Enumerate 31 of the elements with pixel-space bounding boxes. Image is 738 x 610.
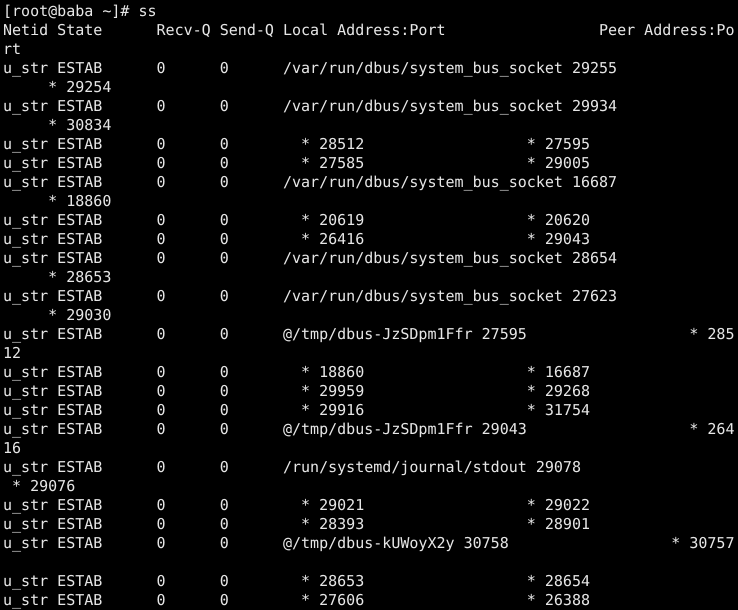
terminal-line: u_str ESTAB 0 0 @/tmp/dbus-JzSDpm1Ffr 27595 * 285 [3,325,734,344]
terminal-line: u_str ESTAB 0 0 @/tmp/dbus-JzSDpm1Ffr 29043 * 264 [3,420,734,439]
terminal-line: u_str ESTAB 0 0 * 29959 * 29268 [3,382,590,401]
terminal-line: Netid State Recv-Q Send-Q Local Address:Port Peer Address:Po [3,21,734,40]
terminal-line: * 18860 [47,192,112,211]
terminal-line: u_str ESTAB 0 0 * 26416 * 29043 [3,230,590,249]
terminal-line: u_str ESTAB 0 0 * 28653 * 28654 [3,572,590,591]
terminal-line: * 30834 [47,116,112,135]
terminal-line: u_str ESTAB 0 0 * 29021 * 29022 [3,496,590,515]
terminal-line: u_str ESTAB 0 0 /var/run/dbus/system_bus_socket 29934 [3,97,618,116]
terminal-line: u_str ESTAB 0 0 * 28393 * 28901 [3,515,590,534]
terminal-line: 12 [3,344,22,363]
terminal-line: u_str ESTAB 0 0 /var/run/dbus/system_bus_socket 16687 [3,173,618,192]
terminal-line: * 28653 [47,268,112,287]
terminal-line: u_str ESTAB 0 0 /run/systemd/journal/stdout 29078 [3,458,581,477]
terminal-line: u_str ESTAB 0 0 * 18860 * 16687 [3,363,590,382]
terminal-line: rt [3,40,22,59]
terminal-line: u_str ESTAB 0 0 * 28512 * 27595 [3,135,590,154]
terminal-line: [root@baba ~]# ss [3,2,157,21]
terminal-line: u_str ESTAB 0 0 * 27606 * 26388 [3,591,590,610]
terminal-line: 16 [3,439,22,458]
terminal-line: u_str ESTAB 0 0 * 20619 * 20620 [3,211,590,230]
terminal-line: u_str ESTAB 0 0 /var/run/dbus/system_bus_socket 28654 [3,249,618,268]
terminal-line: u_str ESTAB 0 0 @/tmp/dbus-kUWoyX2y 30758 * 30757 [3,534,734,553]
terminal-line: * 29254 [47,78,112,97]
terminal-line: u_str ESTAB 0 0 /var/run/dbus/system_bus_socket 29255 [3,59,618,78]
terminal-line: u_str ESTAB 0 0 * 29916 * 31754 [3,401,590,420]
terminal-line: * 29030 [47,306,112,325]
terminal-line: u_str ESTAB 0 0 * 27585 * 29005 [3,154,590,173]
terminal-line: u_str ESTAB 0 0 /var/run/dbus/system_bus_socket 27623 [3,287,618,306]
terminal-line: * 29076 [11,477,76,496]
